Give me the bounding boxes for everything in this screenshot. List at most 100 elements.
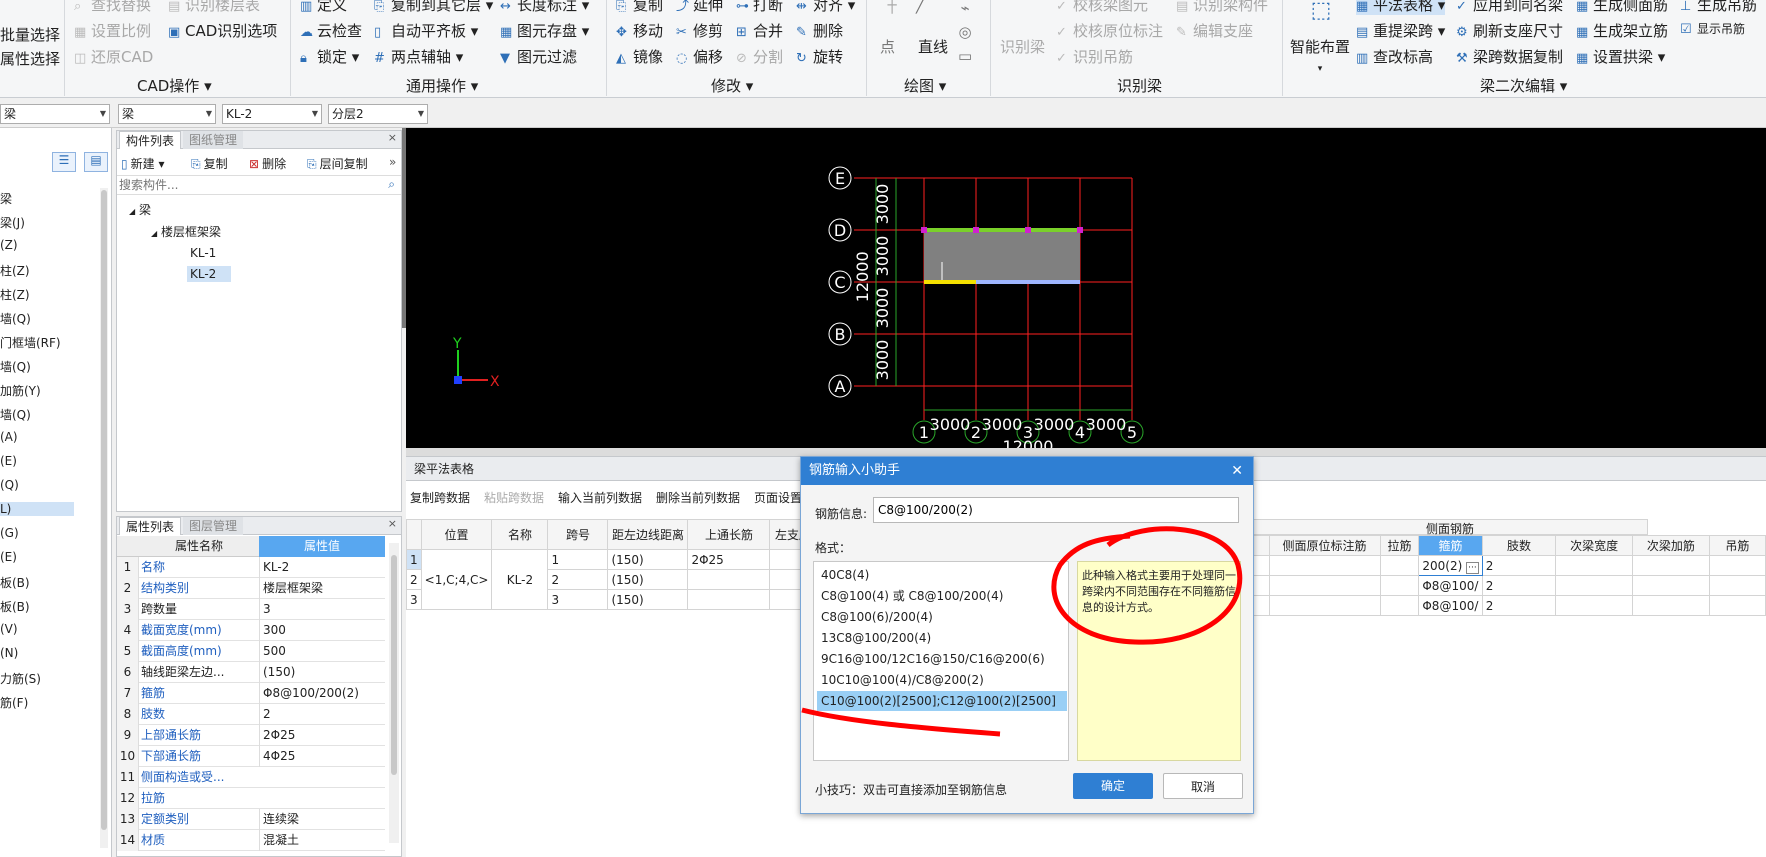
extend-button[interactable]: ⤴ 延伸 — [676, 0, 723, 15]
attr-select-button[interactable]: 属性选择 — [0, 48, 60, 69]
cell-name[interactable]: KL-2 — [491, 549, 549, 610]
auto-align-slab-button[interactable]: ▯ 自动平齐板 ▾ — [374, 20, 478, 41]
drawing-canvas[interactable]: E D C B A 1 2 3 4 5 3000 3000 3000 3000 12000 3000 3000 3… — [406, 128, 1766, 448]
property-value[interactable]: 混凝土 — [259, 830, 385, 851]
apply-same-name-button[interactable]: ✓ 应用到同名梁 — [1456, 0, 1563, 15]
set-arch-beam-button[interactable]: ▦ 设置拱梁 ▾ — [1576, 46, 1665, 67]
paste-span-data-button[interactable]: 粘贴跨数据 — [484, 489, 544, 506]
tree-item-kl1[interactable]: KL-1 — [187, 245, 219, 261]
format-item[interactable]: 13C8@100/200(4) — [817, 628, 1067, 648]
cell-stirrup[interactable]: Φ8@100/ — [1418, 575, 1483, 596]
cloud-check-button[interactable]: ☁ 云检查 — [300, 20, 362, 41]
tree-item-kl2[interactable]: KL-2 — [187, 266, 231, 282]
property-row[interactable]: 10 下部通长筋 4Φ25 — [117, 746, 385, 767]
rotate-button[interactable]: ↻ 旋转 — [796, 46, 843, 67]
gen-hanger-button[interactable]: ⊥ 生成吊筋 — [1680, 0, 1757, 15]
cell-dist[interactable]: (150) — [607, 589, 689, 610]
close-icon[interactable]: ✕ — [1231, 457, 1243, 485]
format-item[interactable]: C8@100(4) 或 C8@100/200(4) — [817, 586, 1067, 606]
nav-item[interactable]: 力筋(S) — [0, 670, 41, 687]
nav-item[interactable]: 墙(Q) — [0, 358, 31, 375]
nav-item[interactable]: L) — [0, 502, 74, 516]
format-item[interactable]: C10@100(2)[2500];C12@100(2)[2500] — [817, 691, 1067, 711]
property-value[interactable]: 连续梁 — [259, 809, 385, 830]
property-value[interactable]: 4Φ25 — [259, 746, 385, 767]
cell-top[interactable] — [687, 569, 771, 590]
property-value[interactable]: 300 — [259, 620, 385, 641]
type-combo[interactable]: 梁 ▼ — [118, 104, 216, 124]
property-row[interactable]: 14 材质 混凝土 — [117, 830, 385, 851]
set-scale-button[interactable]: ▦ 设置比例 — [74, 20, 151, 41]
pane-close-icon[interactable]: × — [388, 131, 397, 144]
tab-property-list[interactable]: 属性列表 — [119, 517, 182, 535]
tree-root[interactable]: ◢ 梁 — [129, 201, 151, 218]
nav-item[interactable]: 墙(Q) — [0, 406, 31, 423]
format-item[interactable]: 10C10@100(4)/C8@200(2) — [817, 670, 1067, 690]
define-button[interactable]: ▥ 定义 — [300, 0, 347, 15]
copy-to-layer-button[interactable]: ⎘ 复制到其它层 ▾ — [374, 0, 493, 15]
cell-span[interactable]: 1 — [547, 549, 609, 570]
copy-member-button[interactable]: ⎘ 复制 — [191, 155, 228, 172]
cell-dist[interactable]: (150) — [607, 569, 689, 590]
splitter[interactable] — [406, 448, 1766, 456]
cell-top[interactable] — [687, 589, 771, 610]
nav-item[interactable]: 墙(Q) — [0, 310, 31, 327]
copy-span-data-button[interactable]: 复制跨数据 — [410, 489, 470, 506]
format-item[interactable]: 9C16@100/12C16@150/C16@200(6) — [817, 649, 1067, 669]
property-row[interactable]: 4 截面宽度(mm) 300 — [117, 620, 385, 641]
cell-top[interactable]: 2Φ25 — [687, 549, 771, 570]
property-value[interactable]: 楼层框架梁 — [259, 578, 385, 599]
edit-support-button[interactable]: ✎ 编辑支座 — [1176, 20, 1253, 41]
search-icon[interactable]: ⌕ — [388, 177, 395, 192]
tab-drawing-manage[interactable]: 图纸管理 — [183, 131, 244, 149]
check-beam-element-button[interactable]: ✓ 校核梁图元 — [1056, 0, 1148, 15]
move-button[interactable]: ✥ 移动 — [616, 20, 663, 41]
cell-dist[interactable]: (150) — [607, 549, 689, 570]
nav-item[interactable]: 柱(Z) — [0, 286, 30, 303]
gen-side-bar-button[interactable]: ▦ 生成侧面筋 — [1576, 0, 1668, 15]
nav-item[interactable]: 柱(Z) — [0, 262, 30, 279]
delete-column-button[interactable]: 删除当前列数据 — [656, 489, 740, 506]
point-button[interactable]: 点 — [880, 36, 895, 57]
cell-span[interactable]: 3 — [547, 589, 609, 610]
property-value[interactable]: 2 — [259, 704, 385, 725]
property-row[interactable]: 7 箍筋 Φ8@100/200(2) — [117, 683, 385, 704]
delete-button[interactable]: ✎ 删除 — [796, 20, 843, 41]
nav-item[interactable]: 筋(F) — [0, 694, 28, 711]
floor-combo[interactable]: 梁 ▼ — [0, 104, 110, 124]
refresh-support-button[interactable]: ⚙ 刷新支座尺寸 — [1456, 20, 1563, 41]
show-hanger-checkbox[interactable]: ☑ 显示吊筋 — [1680, 20, 1745, 37]
floor-copy-button[interactable]: ⎘ 层间复制 — [307, 155, 368, 172]
nav-item[interactable]: (G) — [0, 526, 19, 540]
align-button[interactable]: ⇹ 对齐 ▾ — [796, 0, 855, 15]
property-value[interactable]: 2Φ25 — [259, 725, 385, 746]
property-row[interactable]: 3 跨数量 3 — [117, 599, 385, 620]
check-annotation-button[interactable]: ✓ 校核原位标注 — [1056, 20, 1163, 41]
check-elevation-button[interactable]: ▥ 查改标高 — [1356, 46, 1433, 67]
cell-legs[interactable]: 2 — [1481, 575, 1557, 596]
property-value[interactable]: 500 — [259, 641, 385, 662]
cell-span[interactable]: 2 — [547, 569, 609, 590]
property-value[interactable]: 3 — [259, 599, 385, 620]
ellipsis-button[interactable]: ··· — [1466, 561, 1479, 574]
nav-item[interactable]: 梁(J) — [0, 214, 25, 231]
cad-options-button[interactable]: ▣ CAD识别选项 — [168, 20, 277, 41]
input-column-button[interactable]: 输入当前列数据 — [558, 489, 642, 506]
property-row[interactable]: 11 侧面构造或受... — [117, 767, 385, 788]
element-store-button[interactable]: ▦ 图元存盘 ▾ — [500, 20, 589, 41]
restore-cad-button[interactable]: ◫ 还原CAD — [74, 46, 153, 67]
nav-item[interactable]: 梁 — [0, 190, 12, 207]
offset-button[interactable]: ◌ 偏移 — [676, 46, 723, 67]
trim-button[interactable]: ✂ 修剪 — [676, 20, 723, 41]
nav-item[interactable]: 门框墙(RF) — [0, 334, 61, 351]
new-button[interactable]: ▯ 新建 ▾ — [121, 155, 164, 172]
pane-close-icon[interactable]: × — [388, 517, 397, 530]
copy-button[interactable]: ⎘ 复制 — [616, 0, 663, 15]
batch-select-button[interactable]: 批量选择 — [0, 24, 60, 45]
identify-hanger-button[interactable]: ✓ 识别吊筋 — [1056, 46, 1133, 67]
nav-item[interactable]: 加筋(Y) — [0, 382, 41, 399]
identify-beam-member-button[interactable]: ▤ 识别梁构件 — [1176, 0, 1268, 15]
nav-item[interactable]: (E) — [0, 550, 17, 564]
nav-item[interactable]: 板(B) — [0, 598, 30, 615]
nav-item[interactable]: (E) — [0, 454, 17, 468]
